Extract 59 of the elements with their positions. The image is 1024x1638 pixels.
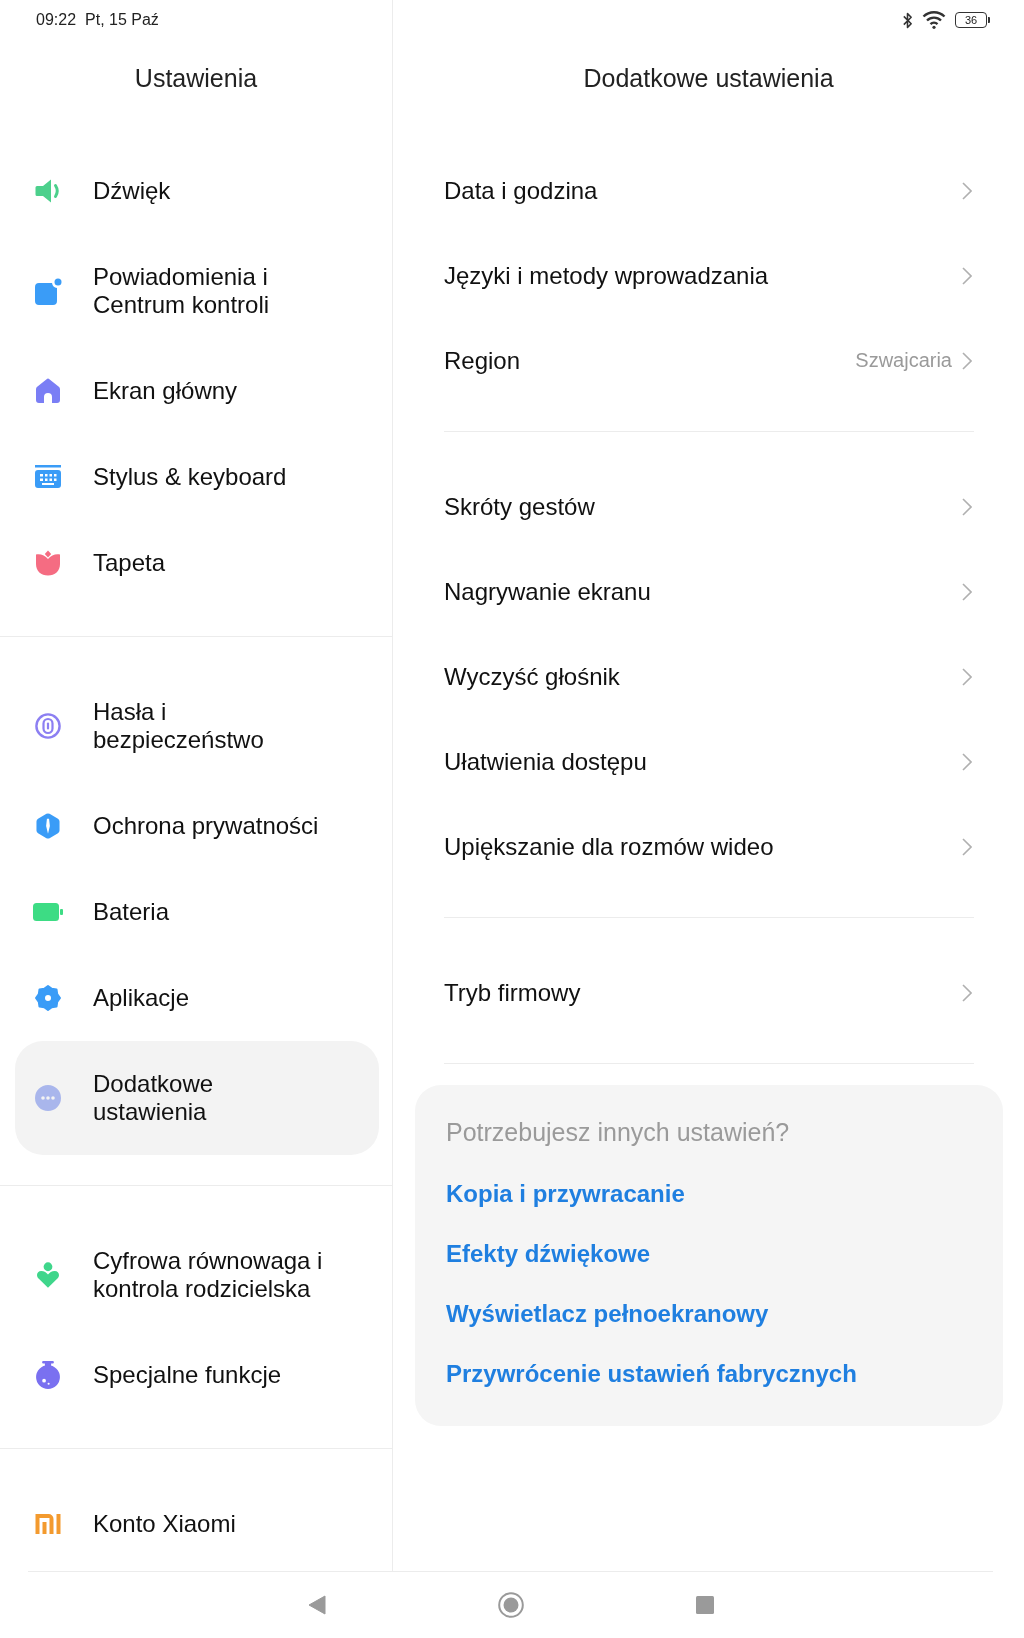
- flask-icon: [36, 1361, 60, 1389]
- chevron-icon: [962, 667, 972, 686]
- settings-row[interactable]: Upiększanie dla rozmów wideo: [444, 804, 974, 889]
- sidebar-item[interactable]: Konto Xiaomi: [15, 1481, 379, 1567]
- chevron-icon: [962, 837, 972, 856]
- keyboard-icon: [35, 465, 61, 489]
- battery-indicator: 36: [955, 12, 990, 28]
- row-value: Szwajcaria: [855, 349, 952, 372]
- sidebar-item[interactable]: Specjalne funkcje: [15, 1332, 379, 1418]
- bluetooth-icon: [902, 10, 913, 30]
- sidebar-item[interactable]: Hasła i bezpieczeństwo: [15, 669, 379, 783]
- status-time: 09:22: [36, 11, 77, 29]
- sidebar-item[interactable]: Dźwięk: [15, 148, 379, 234]
- page-title: Dodatkowe ustawienia: [583, 63, 834, 93]
- gear-icon: [34, 984, 62, 1012]
- sidebar-item[interactable]: Bateria: [15, 869, 379, 955]
- suggestion-link[interactable]: Przywrócenie ustawień fabrycznych: [446, 1358, 857, 1390]
- home-icon: [35, 378, 61, 404]
- panel-title: Ustawienia: [134, 63, 258, 93]
- chevron-icon: [962, 582, 972, 601]
- wifi-icon: [922, 11, 946, 29]
- sidebar-item[interactable]: Dodatkowe ustawienia: [15, 1041, 379, 1155]
- more-icon: [35, 1085, 61, 1111]
- settings-row[interactable]: Data i godzina: [444, 148, 974, 233]
- settings-row[interactable]: Nagrywanie ekranu: [444, 549, 974, 634]
- chevron-icon: [962, 497, 972, 516]
- speaker-icon: [34, 178, 62, 204]
- person-heart-icon: [36, 1262, 60, 1288]
- back-icon[interactable]: [308, 1595, 326, 1615]
- logo-icon: [35, 1514, 61, 1534]
- chevron-icon: [962, 351, 972, 370]
- settings-row[interactable]: Region Szwajcaria: [444, 318, 974, 403]
- sidebar-item[interactable]: Powiadomienia i Centrum kontroli: [15, 234, 379, 348]
- sidebar-item[interactable]: Cyfrowa równowaga i kontrola rodzicielska: [15, 1218, 379, 1332]
- settings-row[interactable]: Języki i metody wprowadzania: [444, 233, 974, 318]
- home-icon[interactable]: [498, 1592, 524, 1618]
- card-heading: Potrzebujesz innych ustawień?: [446, 1117, 790, 1148]
- settings-row[interactable]: Ułatwienia dostępu: [444, 719, 974, 804]
- suggestion-link[interactable]: Wyświetlacz pełnoekranowy: [446, 1298, 769, 1330]
- sidebar-item[interactable]: Ekran główny: [15, 348, 379, 434]
- suggestion-link[interactable]: Kopia i przywracanie: [446, 1178, 685, 1210]
- notification-icon: [34, 277, 62, 305]
- settings-row[interactable]: Wyczyść głośnik: [444, 634, 974, 719]
- status-date: Pt, 15 Paź: [85, 11, 159, 29]
- settings-row[interactable]: Tryb firmowy: [444, 950, 974, 1035]
- settings-row[interactable]: Skróty gestów: [444, 464, 974, 549]
- chevron-icon: [962, 752, 972, 771]
- fingerprint-icon: [35, 713, 61, 739]
- sidebar-item[interactable]: Tapeta: [15, 520, 379, 606]
- suggestion-link[interactable]: Efekty dźwiękowe: [446, 1238, 651, 1270]
- tulip-icon: [35, 550, 61, 576]
- chevron-icon: [962, 266, 972, 285]
- chevron-icon: [962, 181, 972, 200]
- chevron-icon: [962, 983, 972, 1002]
- sidebar-item[interactable]: Ochrona prywatności: [15, 783, 379, 869]
- sidebar-item[interactable]: Stylus & keyboard: [15, 434, 379, 520]
- sidebar-item[interactable]: Aplikacje: [15, 955, 379, 1041]
- shield-icon: [36, 813, 60, 839]
- battery-icon: [33, 903, 63, 921]
